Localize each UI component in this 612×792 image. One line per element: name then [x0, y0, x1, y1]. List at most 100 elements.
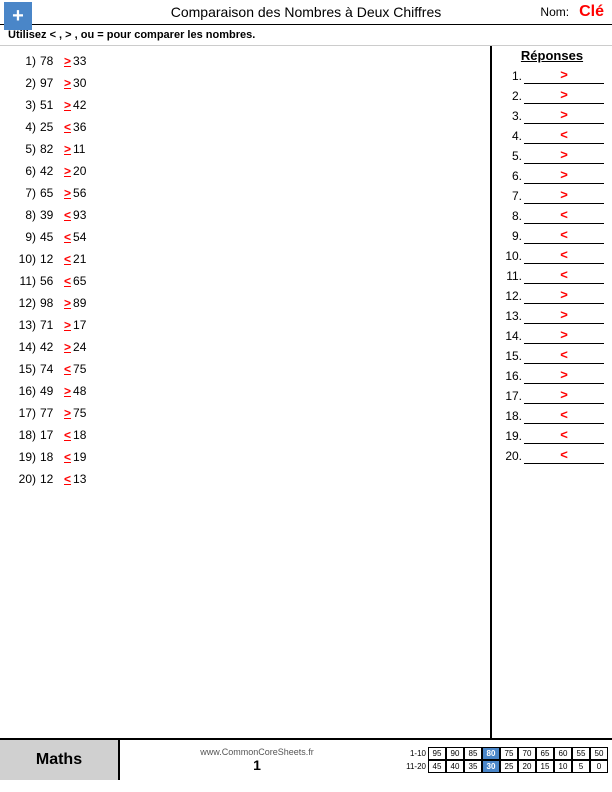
- comparison-symbol: >: [64, 162, 71, 180]
- comparison-symbol: <: [64, 448, 71, 466]
- problem-number: 13): [8, 316, 36, 334]
- answer-row: 1.>: [500, 67, 604, 84]
- comparison-symbol: >: [64, 404, 71, 422]
- problem-row: 9)45<54: [8, 228, 482, 246]
- problem-row: 15)74<75: [8, 360, 482, 378]
- problem-row: 17)77>75: [8, 404, 482, 422]
- number-a: 45: [40, 228, 62, 246]
- answer-symbol: <: [560, 227, 568, 242]
- number-b: 19: [73, 448, 95, 466]
- number-b: 13: [73, 470, 95, 488]
- answer-number: 9.: [500, 229, 522, 243]
- answer-number: 4.: [500, 129, 522, 143]
- number-a: 77: [40, 404, 62, 422]
- score-cell: 65: [536, 747, 554, 760]
- score-cell: 90: [446, 747, 464, 760]
- number-b: 93: [73, 206, 95, 224]
- number-b: 54: [73, 228, 95, 246]
- footer-maths-label: Maths: [0, 740, 120, 780]
- score-row-1: 1-1095908580757065605550: [398, 747, 608, 760]
- number-b: 65: [73, 272, 95, 290]
- footer-page: 1: [253, 757, 261, 773]
- footer-center: www.CommonCoreSheets.fr 1: [120, 740, 394, 780]
- problem-number: 12): [8, 294, 36, 312]
- number-a: 74: [40, 360, 62, 378]
- score-cell: 15: [536, 760, 554, 773]
- comparison-symbol: <: [64, 250, 71, 268]
- score-range-label: 1-10: [398, 749, 426, 758]
- answer-number: 1.: [500, 69, 522, 83]
- answer-row: 16.>: [500, 367, 604, 384]
- number-b: 11: [73, 140, 95, 158]
- problem-number: 16): [8, 382, 36, 400]
- answer-line: <: [524, 127, 604, 144]
- score-cell: 55: [572, 747, 590, 760]
- score-cell: 45: [428, 760, 446, 773]
- answer-row: 11.<: [500, 267, 604, 284]
- number-a: 97: [40, 74, 62, 92]
- number-b: 89: [73, 294, 95, 312]
- score-cell: 10: [554, 760, 572, 773]
- answer-line: >: [524, 287, 604, 304]
- answer-symbol: >: [560, 367, 568, 382]
- score-row-2: 11-20454035302520151050: [398, 760, 608, 773]
- problem-row: 16)49>48: [8, 382, 482, 400]
- answer-line: <: [524, 447, 604, 464]
- number-a: 51: [40, 96, 62, 114]
- comparison-symbol: <: [64, 360, 71, 378]
- answer-line: >: [524, 367, 604, 384]
- answer-row: 14.>: [500, 327, 604, 344]
- comparison-symbol: <: [64, 272, 71, 290]
- comparison-symbol: >: [64, 294, 71, 312]
- problem-row: 4)25<36: [8, 118, 482, 136]
- answer-line: <: [524, 207, 604, 224]
- score-cell: 35: [464, 760, 482, 773]
- problem-number: 17): [8, 404, 36, 422]
- answer-symbol: <: [560, 347, 568, 362]
- comparison-symbol: >: [64, 382, 71, 400]
- number-b: 21: [73, 250, 95, 268]
- answer-line: >: [524, 147, 604, 164]
- answer-row: 18.<: [500, 407, 604, 424]
- answer-symbol: >: [560, 287, 568, 302]
- answer-symbol: >: [560, 187, 568, 202]
- logo: +: [4, 2, 32, 30]
- number-b: 42: [73, 96, 95, 114]
- number-a: 42: [40, 162, 62, 180]
- answer-number: 17.: [500, 389, 522, 403]
- answer-symbol: <: [560, 407, 568, 422]
- answer-symbol: >: [560, 87, 568, 102]
- problem-number: 6): [8, 162, 36, 180]
- answer-row: 20.<: [500, 447, 604, 464]
- answer-line: <: [524, 407, 604, 424]
- logo-plus-icon: +: [12, 6, 24, 26]
- number-b: 48: [73, 382, 95, 400]
- problem-number: 3): [8, 96, 36, 114]
- number-a: 98: [40, 294, 62, 312]
- number-a: 12: [40, 470, 62, 488]
- answer-line: >: [524, 107, 604, 124]
- score-cell: 75: [500, 747, 518, 760]
- problem-number: 2): [8, 74, 36, 92]
- answer-symbol: <: [560, 247, 568, 262]
- answer-row: 13.>: [500, 307, 604, 324]
- answer-number: 5.: [500, 149, 522, 163]
- number-a: 25: [40, 118, 62, 136]
- number-a: 12: [40, 250, 62, 268]
- number-b: 75: [73, 404, 95, 422]
- answer-row: 9. <: [500, 227, 604, 244]
- instructions-text: Utilisez < , > , ou = pour comparer les …: [8, 29, 255, 41]
- answer-row: 7. >: [500, 187, 604, 204]
- answer-number: 7.: [500, 189, 522, 203]
- problem-row: 1)78>33: [8, 52, 482, 70]
- number-a: 71: [40, 316, 62, 334]
- answer-symbol: >: [560, 307, 568, 322]
- answers-title: Réponses: [500, 48, 604, 63]
- score-cell: 5: [572, 760, 590, 773]
- answer-line: <: [524, 267, 604, 284]
- score-cell: 40: [446, 760, 464, 773]
- answer-row: 10.<: [500, 247, 604, 264]
- number-b: 18: [73, 426, 95, 444]
- answer-symbol: <: [560, 427, 568, 442]
- problems-section: 1)78>332)97>303)51>424)25<365)82>116)42>…: [0, 46, 492, 738]
